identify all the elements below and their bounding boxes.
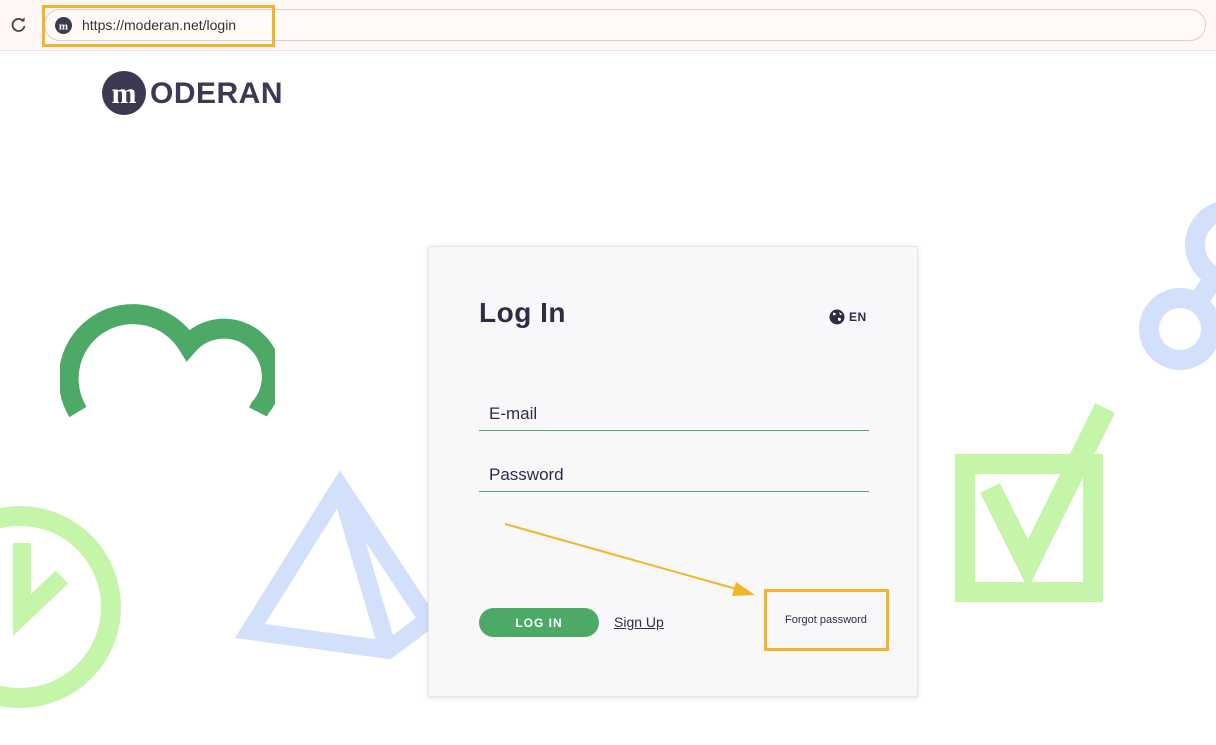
- email-field[interactable]: [479, 397, 869, 431]
- url-highlight-box: [42, 5, 275, 47]
- language-label: EN: [849, 310, 867, 324]
- signup-link[interactable]: Sign Up: [614, 614, 664, 630]
- forgot-password-highlight-box: [764, 589, 889, 651]
- annotation-arrow-icon: [504, 523, 755, 596]
- logo-text: ODERAN: [150, 77, 284, 110]
- login-button[interactable]: LOG IN: [479, 608, 599, 637]
- language-switcher[interactable]: EN: [829, 309, 867, 325]
- password-field[interactable]: [479, 458, 869, 492]
- clock-decoration-icon: [0, 506, 121, 708]
- logo-mark-letter: m: [112, 77, 137, 110]
- logo-mark-icon: m: [102, 71, 146, 115]
- pyramid-decoration-icon: [234, 470, 430, 660]
- page-title: Log In: [479, 297, 566, 328]
- network-decoration-icon: [1139, 202, 1216, 370]
- cloud-decoration-icon: [60, 304, 275, 418]
- reload-icon[interactable]: [10, 16, 28, 34]
- globe-icon: [829, 309, 845, 325]
- checkbox-decoration-icon: [955, 403, 1115, 602]
